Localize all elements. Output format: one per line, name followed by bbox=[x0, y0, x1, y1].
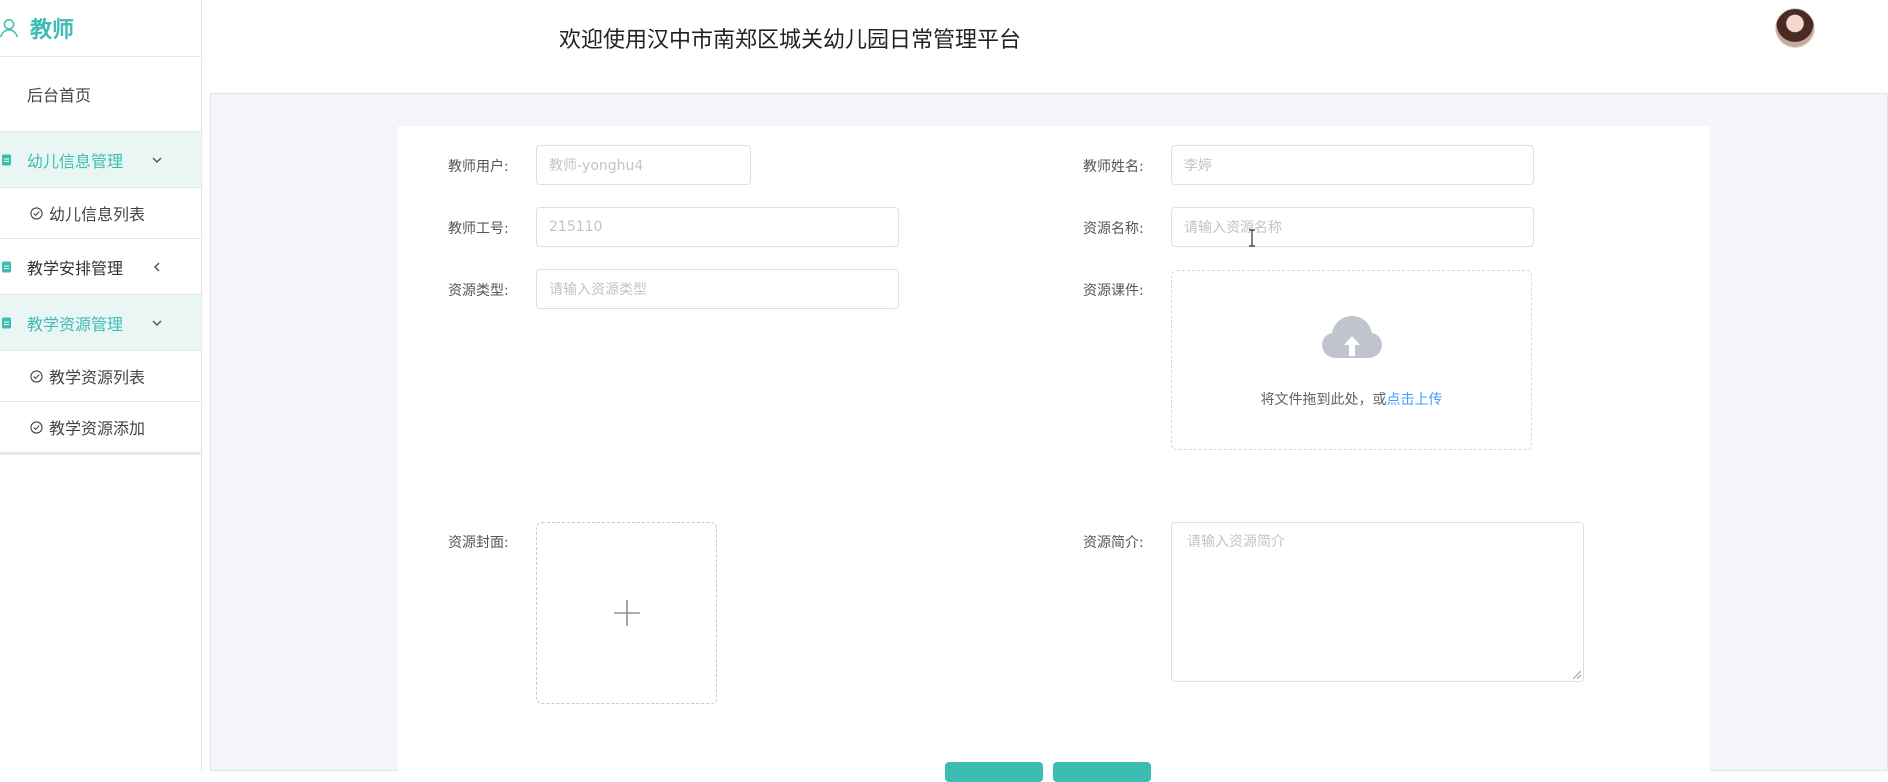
sidebar-item-label: 后台首页 bbox=[27, 86, 92, 105]
teacher-name-label: 教师姓名: bbox=[1083, 159, 1144, 175]
cover-upload-card[interactable] bbox=[536, 522, 717, 704]
teacher-user-label: 教师用户: bbox=[448, 159, 509, 175]
document-icon bbox=[2, 154, 11, 165]
resource-type-input[interactable]: 请输入资源类型 bbox=[536, 269, 899, 309]
document-icon bbox=[2, 317, 11, 328]
resource-name-label: 资源名称: bbox=[1083, 221, 1144, 237]
sidebar-brand: 教师 bbox=[0, 0, 201, 57]
avatar[interactable] bbox=[1775, 8, 1815, 48]
sidebar-group-label: 教学资源管理 bbox=[27, 314, 124, 334]
top-header: 欢迎使用汉中市南郑区城关幼儿园日常管理平台 bbox=[202, 0, 1888, 86]
resource-file-label: 资源课件: bbox=[1083, 283, 1144, 299]
upload-link[interactable]: 点击上传 bbox=[1387, 392, 1443, 408]
upload-hint: 将文件拖到此处，或点击上传 bbox=[1172, 389, 1531, 409]
text-cursor-icon bbox=[1249, 229, 1255, 247]
teacher-user-input[interactable]: 教师-yonghu4 bbox=[536, 145, 751, 185]
teacher-no-label: 教师工号: bbox=[448, 221, 509, 237]
resize-handle-icon[interactable] bbox=[1573, 671, 1581, 679]
sidebar-item-resource-add[interactable]: 教学资源添加 bbox=[0, 402, 201, 453]
user-icon bbox=[0, 19, 18, 38]
sidebar-item-label: 教学资源添加 bbox=[49, 419, 146, 438]
sidebar-group-label: 幼儿信息管理 bbox=[27, 151, 124, 171]
sidebar-group-label: 教学安排管理 bbox=[27, 258, 124, 278]
sidebar-item-label: 幼儿信息列表 bbox=[49, 205, 146, 224]
chevron-down-icon bbox=[152, 156, 162, 163]
check-circle-icon bbox=[30, 420, 43, 434]
check-circle-icon bbox=[30, 206, 43, 220]
resource-intro-textarea[interactable]: 请输入资源简介 bbox=[1171, 522, 1584, 682]
textarea-placeholder: 请输入资源简介 bbox=[1187, 534, 1285, 550]
main-content bbox=[210, 93, 1888, 772]
resource-cover-label: 资源封面: bbox=[448, 535, 509, 551]
sidebar-group-teaching-resource[interactable]: 教学资源管理 bbox=[0, 295, 201, 351]
plus-icon bbox=[613, 600, 640, 626]
upload-hint-text: 将文件拖到此处，或 bbox=[1260, 392, 1387, 408]
sidebar-item-home[interactable]: 后台首页 bbox=[0, 57, 201, 132]
submit-button[interactable] bbox=[945, 762, 1043, 782]
resource-type-label: 资源类型: bbox=[448, 283, 509, 299]
chevron-left-icon bbox=[153, 261, 160, 272]
chevron-down-icon bbox=[152, 319, 162, 326]
sidebar: 教师 后台首页 幼儿信息管理 幼儿信息列表 教学安排管理 教学资源管理 教学资源… bbox=[0, 0, 202, 771]
page-title: 欢迎使用汉中市南郑区城关幼儿园日常管理平台 bbox=[559, 28, 1022, 53]
sidebar-item-label: 教学资源列表 bbox=[49, 368, 146, 387]
sidebar-group-child-info[interactable]: 幼儿信息管理 bbox=[0, 132, 201, 188]
teacher-name-input[interactable]: 李婷 bbox=[1171, 145, 1534, 185]
check-circle-icon bbox=[30, 369, 43, 383]
teacher-no-input[interactable]: 215110 bbox=[536, 207, 899, 247]
resource-name-input[interactable]: 请输入资源名称 bbox=[1171, 207, 1534, 247]
sidebar-item-child-info-list[interactable]: 幼儿信息列表 bbox=[0, 188, 201, 239]
sidebar-group-teaching-schedule[interactable]: 教学安排管理 bbox=[0, 239, 201, 295]
document-icon bbox=[2, 261, 11, 272]
brand-title: 教师 bbox=[30, 18, 75, 43]
resource-intro-label: 资源简介: bbox=[1083, 535, 1144, 551]
cloud-upload-icon bbox=[1322, 316, 1382, 358]
file-upload-dropzone[interactable]: 将文件拖到此处，或点击上传 bbox=[1171, 270, 1532, 450]
cancel-button[interactable] bbox=[1053, 762, 1151, 782]
divider bbox=[0, 453, 202, 455]
sidebar-item-resource-list[interactable]: 教学资源列表 bbox=[0, 351, 201, 402]
